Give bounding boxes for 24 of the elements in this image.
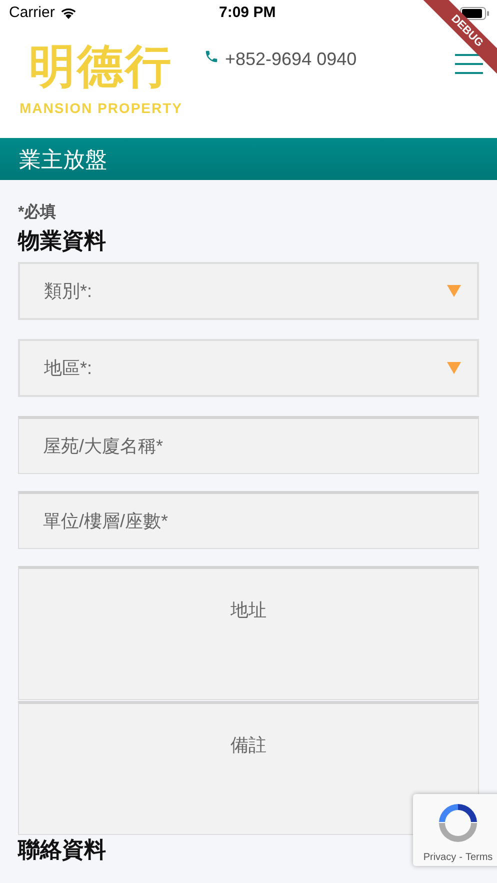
clock-time: 7:09 PM [219,2,276,23]
logo-wordmark: 明德行 [29,39,173,94]
link-separator: - [459,851,462,865]
required-note: *必填 [18,202,58,223]
dropdown-field[interactable]: 類別*: [18,262,479,320]
privacy-link[interactable]: Privacy [423,850,456,865]
phone-link[interactable]: +852-9694 0940 [225,46,357,73]
terms-link[interactable]: Terms [465,850,493,865]
input-field[interactable]: 單位/樓層/座數* [18,491,479,549]
wifi-icon [60,7,77,19]
text-area[interactable]: 地址 [18,566,479,700]
text-area[interactable]: 備註 [18,701,479,835]
caret-icon [447,362,461,374]
section-heading: 聯絡資料 [18,838,106,862]
dropdown-field[interactable]: 地區*: [18,339,479,397]
carrier-label: Carrier [9,2,55,23]
phone-icon [204,49,219,64]
logo-subtitle: MANSION PROPERTY [19,99,182,118]
caret-icon [447,285,461,297]
input-field[interactable]: 屋苑/大廈名稱* [18,416,479,474]
recaptcha-icon [436,802,480,844]
page-title: 業主放盤 [19,146,107,174]
section-heading: 物業資料 [18,227,107,255]
menu-button[interactable] [455,53,483,75]
